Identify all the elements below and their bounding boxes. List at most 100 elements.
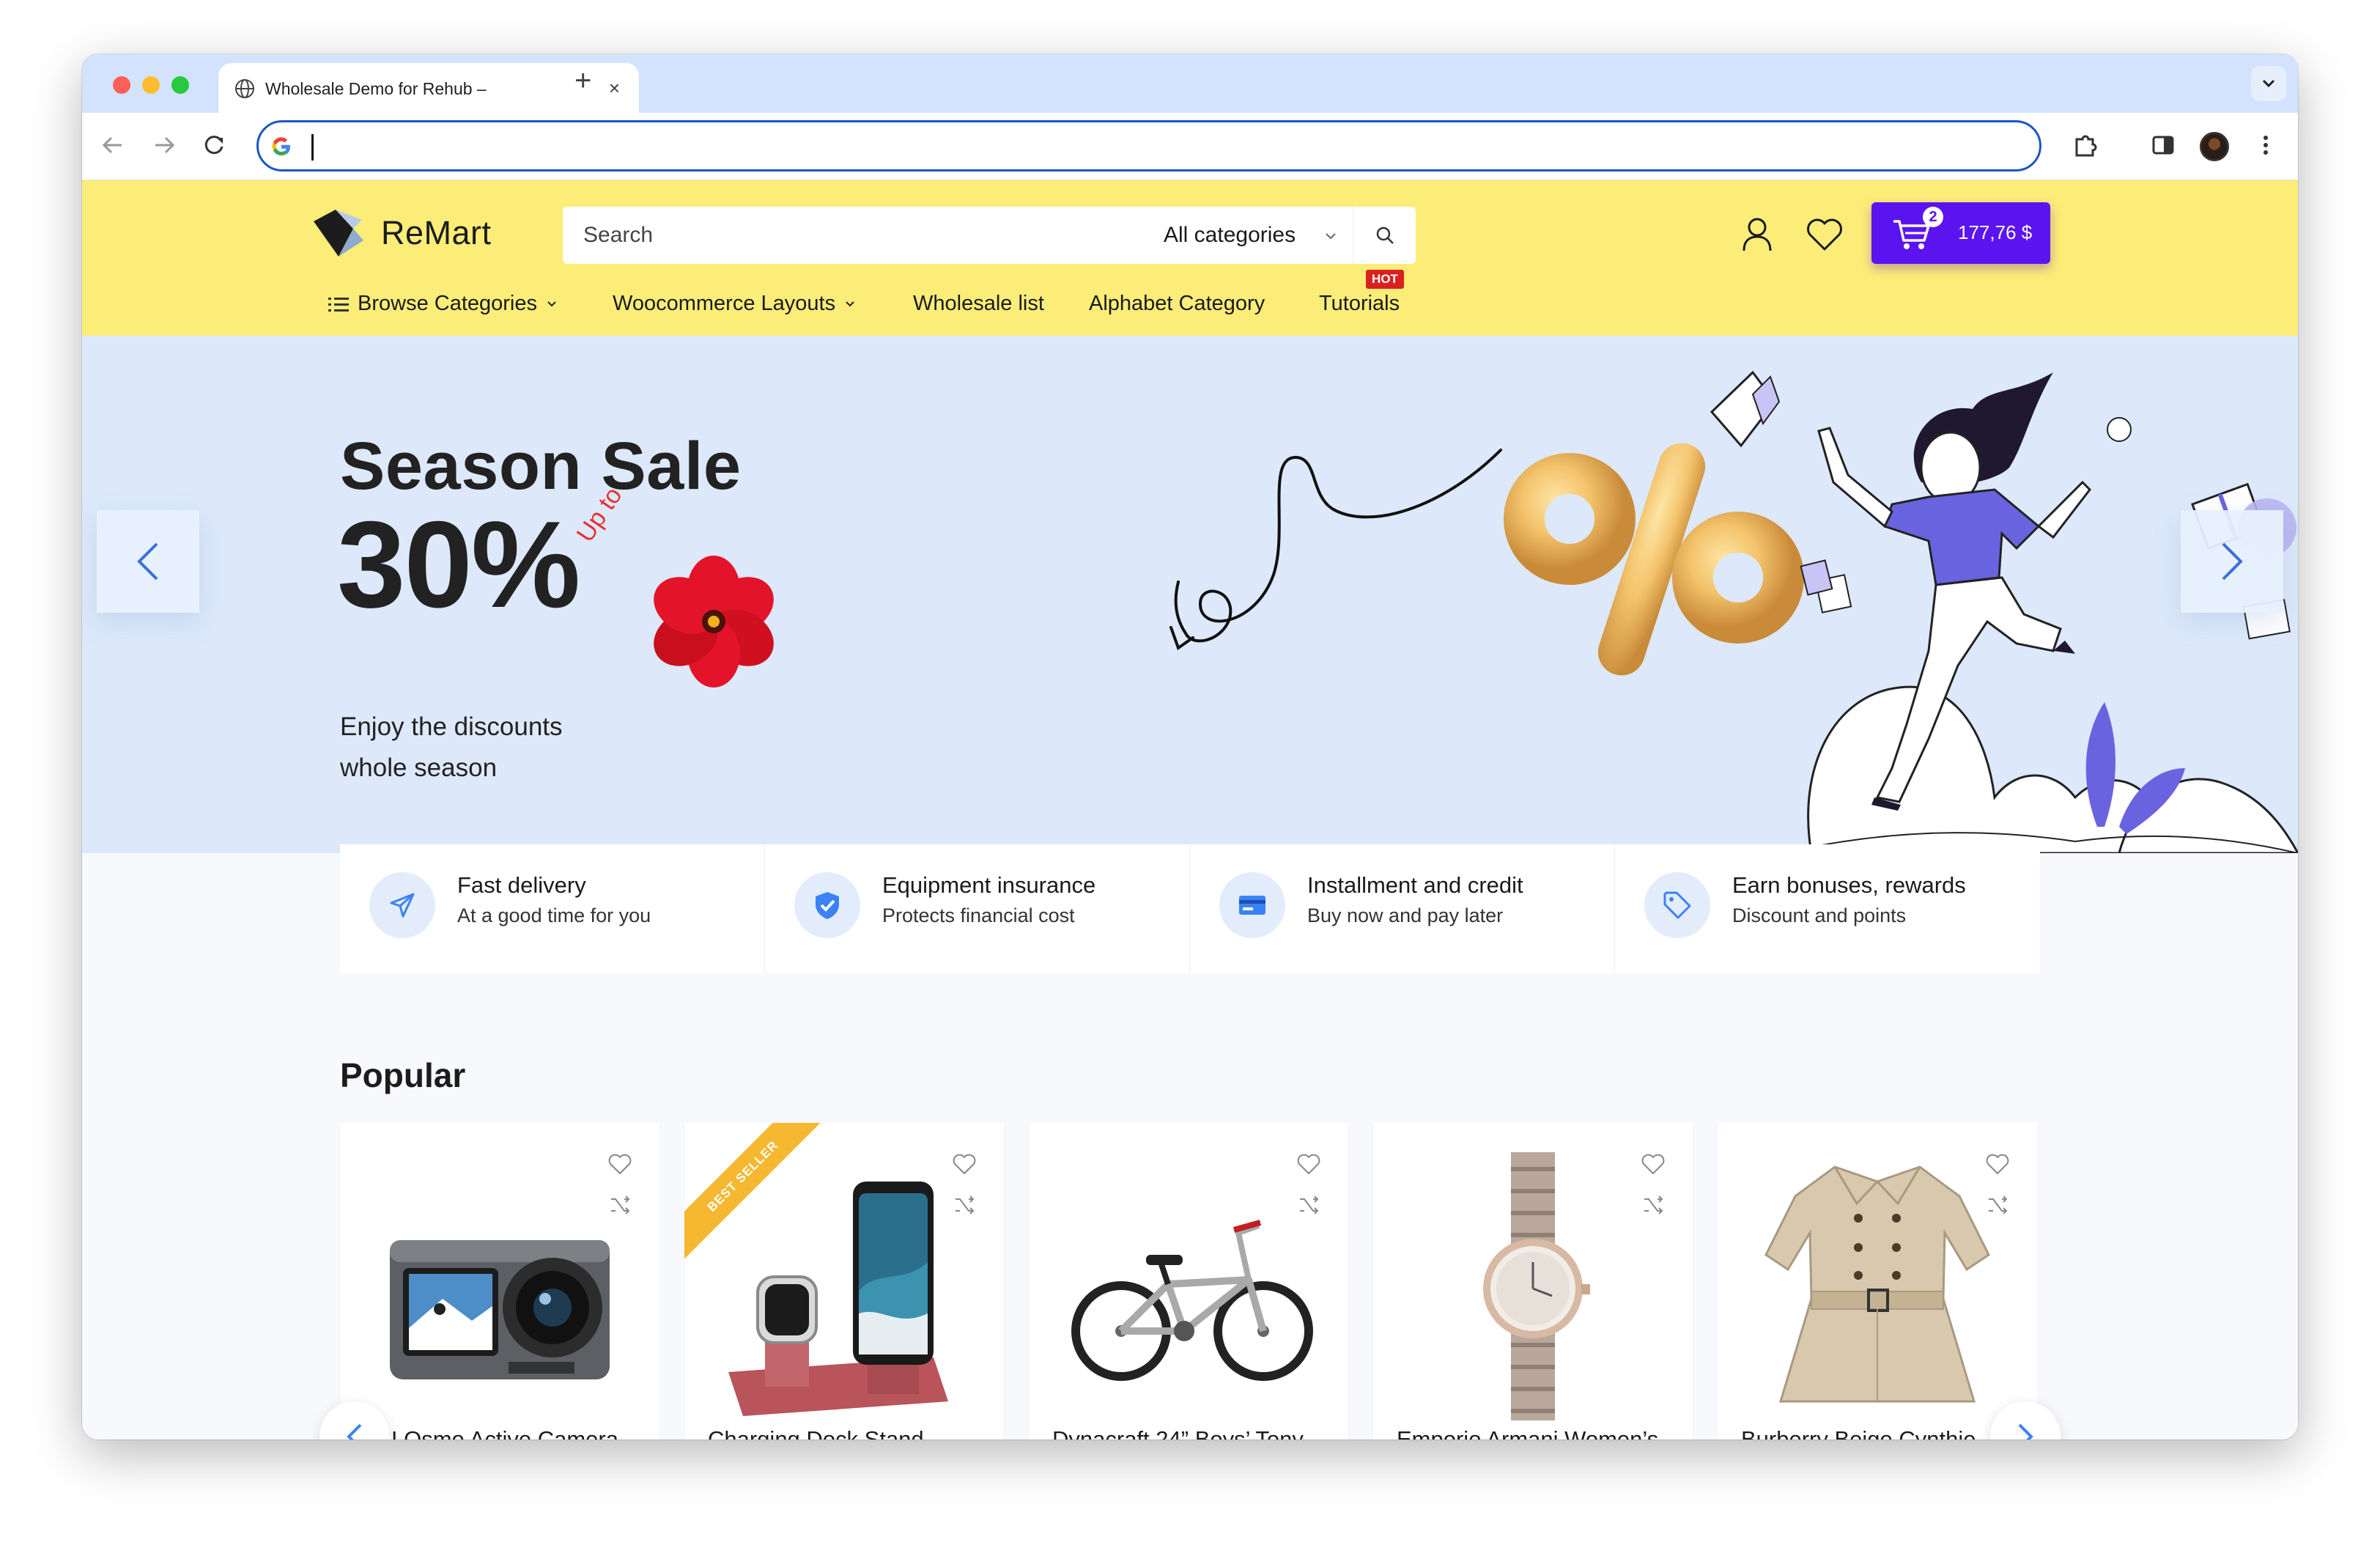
user-account-icon[interactable]	[1735, 213, 1779, 257]
compare-shuffle-icon[interactable]	[608, 1193, 632, 1217]
wishlist-heart-icon[interactable]	[951, 1151, 978, 1177]
product-card[interactable]: Dynacraft 24” Boys’ Tony Hawk Aftermath …	[1029, 1123, 1348, 1440]
more-options-icon[interactable]	[2250, 129, 2282, 161]
close-window-button[interactable]	[113, 76, 130, 94]
product-card[interactable]: BEST SELLER Charging Dock Stand Station …	[684, 1123, 1004, 1440]
hero-next-button[interactable]	[2181, 510, 2283, 613]
tab-search-button[interactable]	[2251, 66, 2286, 101]
charging-dock-image	[728, 1182, 948, 1416]
popular-section-title: Popular	[340, 1056, 466, 1094]
red-flower-image	[654, 556, 774, 688]
product-card[interactable]: DJI Osmo Active Camera	[340, 1123, 659, 1440]
feature-title: Fast delivery	[457, 872, 586, 898]
product-card[interactable]: Emporio Armani Women’s Retro Two-…	[1373, 1123, 1693, 1440]
wristwatch-image	[1483, 1152, 1590, 1420]
google-icon	[272, 137, 291, 156]
squiggle-arrow-drawing	[1169, 449, 1502, 651]
cart-button[interactable]: 2 177,76 $	[1871, 202, 2050, 264]
product-title[interactable]: Burberry Beige Cynthie Trench Dress	[1741, 1425, 2019, 1440]
compare-shuffle-icon[interactable]	[1641, 1193, 1665, 1217]
back-arrow-icon[interactable]	[97, 129, 129, 161]
logo-text[interactable]: ReMart	[381, 214, 492, 252]
nav-alphabet-category[interactable]: Alphabet Category	[1089, 292, 1265, 316]
paper-plane-icon	[390, 893, 415, 918]
nav-tutorials[interactable]: Tutorials	[1319, 292, 1400, 316]
feature-icon-circle	[1644, 872, 1710, 938]
compare-shuffle-icon[interactable]	[1297, 1193, 1320, 1217]
nav-browse-categories[interactable]: Browse Categories	[328, 292, 558, 316]
site-header: ReMart All categories	[82, 180, 2298, 336]
hero-discount: 30%	[337, 495, 580, 633]
remart-logo-icon[interactable]	[309, 207, 368, 259]
wishlist-heart-icon[interactable]	[1296, 1151, 1322, 1177]
feature-icon-circle	[369, 872, 435, 938]
chevron-right-icon	[2222, 542, 2243, 580]
wishlist-heart-icon[interactable]	[1640, 1151, 1666, 1177]
browser-window: Wholesale Demo for Rehub – × + ReMart Se…	[82, 54, 2298, 1440]
list-icon	[328, 298, 349, 312]
chevron-left-icon	[347, 1423, 362, 1440]
tag-icon	[1663, 891, 1691, 919]
chevron-down-icon	[1326, 233, 1336, 240]
product-title[interactable]: Dynacraft 24” Boys’ Tony Hawk Aftermath …	[1052, 1425, 1331, 1440]
feature-installment-credit: Installment and credit Buy now and pay l…	[1190, 844, 1615, 973]
profile-avatar[interactable]	[2200, 132, 2229, 161]
extensions-puzzle-icon[interactable]	[2069, 129, 2102, 161]
nav-label: Browse Categories	[358, 292, 537, 315]
feature-equipment-insurance: Equipment insurance Protects financial c…	[765, 844, 1190, 973]
product-title[interactable]: Emporio Armani Women’s Retro Two-…	[1397, 1425, 1675, 1440]
product-card[interactable]: Burberry Beige Cynthie Trench Dress	[1718, 1123, 2037, 1440]
nav-wholesale-list[interactable]: Wholesale list	[913, 292, 1044, 316]
feature-title: Equipment insurance	[882, 872, 1096, 898]
tab-title: Wholesale Demo for Rehub –	[265, 79, 487, 98]
search-input[interactable]	[563, 207, 1120, 264]
minimize-window-button[interactable]	[142, 76, 160, 94]
nav-label: Woocommerce Layouts	[613, 292, 836, 315]
feature-earn-bonuses: Earn bonuses, rewards Discount and point…	[1615, 844, 2040, 973]
trench-dress-image	[1764, 1165, 1990, 1403]
browser-tab-bar: Wholesale Demo for Rehub – × +	[82, 54, 2298, 113]
category-select[interactable]: All categories	[1164, 223, 1296, 248]
feature-subtitle: Discount and points	[1732, 904, 1907, 926]
features-bar: Fast delivery At a good time for you Equ…	[340, 844, 2040, 973]
product-title[interactable]: DJI Osmo Active Camera	[363, 1425, 642, 1440]
shield-check-icon	[816, 892, 839, 919]
search-icon	[1376, 226, 1394, 244]
chevron-down-icon	[547, 301, 556, 307]
hero-subtitle-line2: whole season	[340, 753, 498, 782]
screen: Wholesale Demo for Rehub – × + ReMart Se…	[0, 0, 2380, 1548]
side-panel-icon[interactable]	[2147, 129, 2179, 161]
forward-arrow-icon[interactable]	[148, 129, 180, 161]
feature-icon-circle	[794, 872, 860, 938]
maximize-window-button[interactable]	[171, 76, 189, 94]
search-button[interactable]	[1353, 207, 1416, 264]
feature-icon-circle	[1219, 872, 1285, 938]
feature-title: Installment and credit	[1307, 872, 1523, 898]
search-bar: All categories	[563, 207, 1416, 264]
feature-subtitle: Buy now and pay later	[1307, 904, 1504, 926]
hero-banner: Season Sale 30% Up to Enjoy the discount…	[82, 336, 2298, 853]
wishlist-heart-icon[interactable]	[607, 1151, 633, 1177]
wishlist-heart-icon[interactable]	[1803, 213, 1847, 257]
nav-woocommerce-layouts[interactable]: Woocommerce Layouts	[613, 292, 856, 316]
page-viewport: ReMart All categories	[82, 180, 2298, 1440]
cart-total: 177,76 $	[1958, 221, 2033, 243]
address-bar[interactable]	[256, 120, 2041, 172]
reload-icon[interactable]	[198, 129, 230, 161]
feature-fast-delivery: Fast delivery At a good time for you	[340, 844, 765, 973]
bicycle-image	[1071, 1220, 1313, 1381]
new-tab-button[interactable]: +	[574, 66, 591, 95]
globe-icon	[235, 79, 254, 98]
close-tab-icon[interactable]: ×	[609, 78, 620, 97]
credit-card-icon	[1239, 896, 1265, 915]
browser-toolbar	[82, 113, 2298, 180]
main-navigation: Browse Categories Woocommerce Layouts Wh…	[82, 270, 2298, 330]
compare-shuffle-icon[interactable]	[1986, 1193, 2009, 1217]
wishlist-heart-icon[interactable]	[1984, 1151, 2011, 1177]
product-title[interactable]: Charging Dock Stand Station Charger Hold…	[708, 1425, 986, 1440]
cart-count-badge: 2	[1923, 207, 1943, 227]
feature-subtitle: Protects financial cost	[882, 904, 1075, 926]
chevron-down-icon	[2262, 79, 2275, 88]
compare-shuffle-icon[interactable]	[953, 1193, 976, 1217]
hero-prev-button[interactable]	[97, 510, 199, 613]
